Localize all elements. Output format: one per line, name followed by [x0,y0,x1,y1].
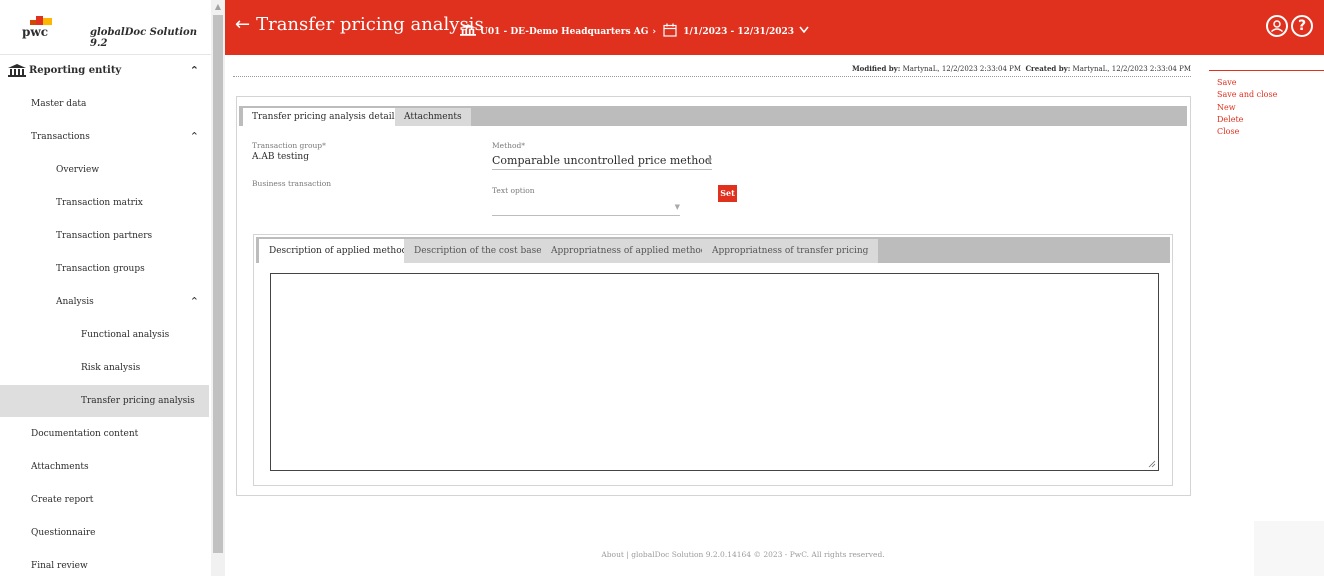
bank-icon [460,24,476,36]
scroll-thumb[interactable] [213,15,223,553]
app-name: globalDoc Solution 9.2 [90,27,197,49]
sidebar-item-transactions[interactable]: Transactions ⌃ [0,121,209,153]
tab-details[interactable]: Transfer pricing analysis details [243,108,409,126]
sidebar-item-label: Reporting entity [29,65,122,76]
sidebar-item-final-review[interactable]: Final review [0,550,209,576]
about-link[interactable]: About [601,550,624,559]
sidebar-item-label: Attachments [31,462,89,472]
tab-attachments[interactable]: Attachments [395,108,471,126]
sidebar-item-label: Documentation content [31,429,139,439]
resize-grip-icon[interactable] [1148,460,1156,468]
footer: About | globalDoc Solution 9.2.0.14164 ©… [601,550,885,559]
close-link[interactable]: Close [1217,126,1324,138]
arrow-left-icon: ← [235,14,251,35]
save-and-close-link[interactable]: Save and close [1217,89,1324,101]
tab-description-cost-base[interactable]: Description of the cost base [404,239,552,263]
transaction-group-value: A.AB testing [252,152,309,162]
set-button[interactable]: Set [718,185,737,202]
sidebar-item-master-data[interactable]: Master data [0,88,209,120]
method-value: Comparable uncontrolled price method [492,154,712,167]
corner-panel [1254,521,1324,576]
business-transaction-label: Business transaction [252,179,332,188]
new-link[interactable]: New [1217,102,1324,114]
bank-icon [8,64,26,77]
sidebar-item-label: Questionnaire [31,528,96,538]
sidebar-item-overview[interactable]: Overview [0,154,209,186]
text-option-select[interactable]: ▼ [492,198,680,216]
save-link[interactable]: Save [1217,77,1324,89]
sidebar-item-label: Overview [56,165,100,175]
sidebar-item-label: Final review [31,561,88,571]
text-option-label: Text option [492,186,535,195]
description-panel: Description of applied method Descriptio… [253,234,1173,486]
chevron-up-icon[interactable]: ⌃ [190,286,199,318]
sidebar-scrollbar[interactable]: ▲ [211,0,225,576]
tab-bar: Transfer pricing analysis details Attach… [239,106,1187,126]
created-label: Created by: [1025,64,1071,73]
sidebar-item-label: Transfer pricing analysis [81,396,195,406]
sidebar-item-label: Analysis [56,297,94,307]
sidebar-item-documentation-content[interactable]: Documentation content [0,418,209,450]
sidebar-item-label: Master data [31,99,87,109]
details-card: Transfer pricing analysis details Attach… [236,96,1191,496]
sidebar-item-functional-analysis[interactable]: Functional analysis [0,319,209,351]
sidebar-item-label: Create report [31,495,94,505]
description-textarea[interactable] [270,273,1159,471]
sidebar-item-label: Functional analysis [81,330,170,340]
sidebar-item-label: Transaction partners [56,231,153,241]
sidebar: pwc globalDoc Solution 9.2 Reporting ent… [0,0,211,576]
tab-description-applied-method[interactable]: Description of applied method [259,239,418,263]
breadcrumb: U01 - DE-Demo Headquarters AG › 1/1/2023 … [460,23,809,37]
sidebar-item-transaction-partners[interactable]: Transaction partners [0,220,209,252]
scroll-up-arrow-icon[interactable]: ▲ [211,0,225,14]
transaction-group-label: Transaction group* [252,141,326,150]
caret-down-icon: ▼ [706,157,712,165]
audit-info: Modified by: MartynaL, 12/2/2023 2:33:04… [233,64,1191,77]
sidebar-item-label: Transactions [31,132,90,142]
chevron-up-icon[interactable]: ⌃ [190,121,199,153]
delete-link[interactable]: Delete [1217,114,1324,126]
sidebar-item-analysis[interactable]: Analysis ⌃ [0,286,209,318]
sidebar-item-reporting-entity[interactable]: Reporting entity ⌃ [0,55,209,87]
brand-bar: pwc globalDoc Solution 9.2 [0,0,211,55]
sidebar-item-attachments[interactable]: Attachments [0,451,209,483]
method-label: Method* [492,141,526,150]
sidebar-item-create-report[interactable]: Create report [0,484,209,516]
page-title: Transfer pricing analysis [256,14,484,35]
period-selector[interactable]: 1/1/2023 - 12/31/2023 [683,27,794,37]
sidebar-item-transaction-groups[interactable]: Transaction groups [0,253,209,285]
modified-label: Modified by: [851,64,901,73]
created-value: MartynaL, 12/2/2023 2:33:04 PM [1072,65,1191,73]
back-button[interactable]: ← Transfer pricing analysis [235,14,484,35]
sidebar-item-transaction-matrix[interactable]: Transaction matrix [0,187,209,219]
sidebar-item-questionnaire[interactable]: Questionnaire [0,517,209,549]
caret-down-icon: ▼ [674,203,680,211]
description-tab-bar: Description of applied method Descriptio… [256,237,1170,263]
entity-selector[interactable]: U01 - DE-Demo Headquarters AG [480,27,648,37]
sidebar-item-label: Transaction matrix [56,198,143,208]
tab-appropriatness-transfer-pricing[interactable]: Appropriatness of transfer pricing [702,239,879,263]
sidebar-item-label: Risk analysis [81,363,141,373]
sidebar-item-risk-analysis[interactable]: Risk analysis [0,352,209,384]
method-select[interactable]: Comparable uncontrolled price method ▼ [492,152,712,170]
logo-text: pwc [22,25,49,39]
action-panel: Save Save and close New Delete Close [1209,70,1324,138]
sidebar-item-label: Transaction groups [56,264,145,274]
chevron-up-icon[interactable]: ⌃ [190,55,199,87]
help-icon[interactable]: ? [1291,15,1313,37]
chevron-down-icon[interactable] [799,26,809,34]
calendar-icon[interactable] [663,23,677,37]
pwc-logo[interactable]: pwc [22,16,56,44]
user-icon[interactable] [1266,15,1288,37]
header-bar: ← Transfer pricing analysis U01 - DE-Demo… [225,0,1324,55]
tab-appropriatness-applied-method[interactable]: Appropriatness of applied method [541,239,717,263]
sidebar-item-transfer-pricing-analysis[interactable]: Transfer pricing analysis [0,385,209,417]
modified-value: MartynaL, 12/2/2023 2:33:04 PM [902,65,1022,73]
copyright-text: globalDoc Solution 9.2.0.14164 © 2023 - … [631,550,885,559]
chevron-right-icon: › [652,27,657,37]
